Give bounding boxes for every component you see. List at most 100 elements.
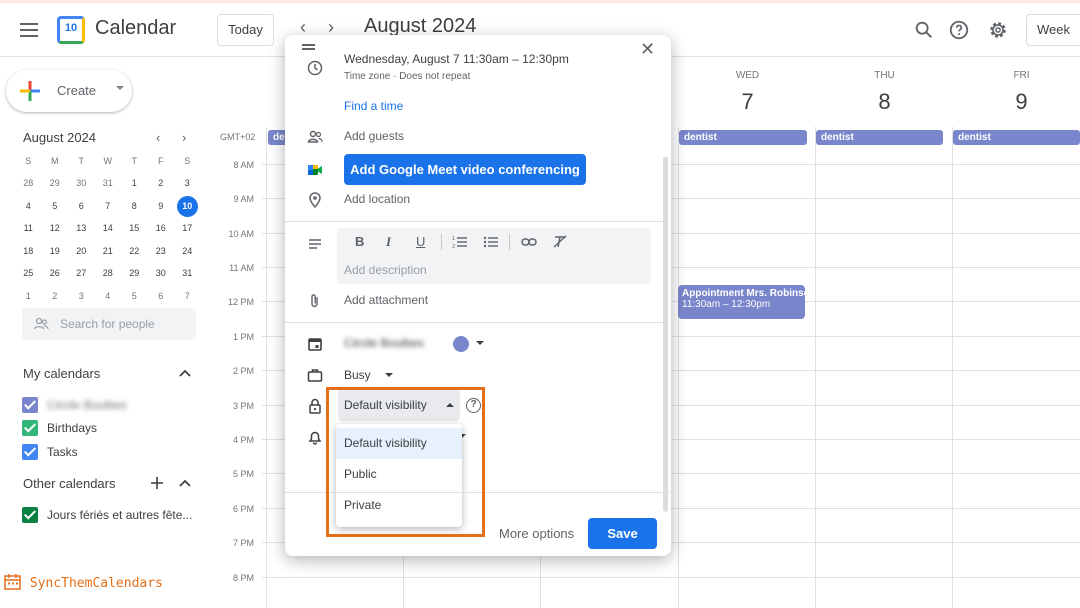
- day-header-fri[interactable]: FRI 9: [953, 70, 1080, 115]
- mini-day[interactable]: 4: [15, 195, 42, 218]
- mini-day[interactable]: 19: [42, 240, 69, 263]
- mini-day[interactable]: 6: [68, 195, 95, 218]
- menu-icon[interactable]: [20, 23, 38, 37]
- mini-day[interactable]: 16: [148, 217, 175, 240]
- mini-day[interactable]: 8: [121, 195, 148, 218]
- italic-icon[interactable]: I: [386, 234, 391, 250]
- allday-event-dentist[interactable]: dentist: [679, 130, 807, 145]
- checkbox-checked[interactable]: [22, 507, 38, 523]
- allday-event-dentist[interactable]: dentist: [953, 130, 1080, 145]
- mini-day[interactable]: 28: [15, 172, 42, 195]
- mini-day[interactable]: 25: [15, 262, 42, 285]
- mini-day[interactable]: 14: [95, 217, 122, 240]
- mini-day[interactable]: 5: [42, 195, 69, 218]
- mini-day[interactable]: 1: [121, 172, 148, 195]
- timezone-repeat-info[interactable]: Time zone · Does not repeat: [344, 71, 470, 82]
- mini-day[interactable]: 11: [15, 217, 42, 240]
- event-date-time[interactable]: Wednesday, August 7 11:30am – 12:30pm: [344, 52, 569, 66]
- calendar-item-birthdays[interactable]: Birthdays: [22, 419, 97, 437]
- add-guests-field[interactable]: Add guests: [344, 129, 404, 143]
- underline-icon[interactable]: U: [416, 234, 425, 249]
- day-number[interactable]: 8: [816, 89, 953, 115]
- search-people-input[interactable]: Search for people: [22, 308, 196, 340]
- description-editor[interactable]: B I U 1 2 Add description: [337, 228, 651, 284]
- drag-handle-icon[interactable]: [302, 44, 315, 50]
- mini-day[interactable]: 28: [95, 262, 122, 285]
- create-button[interactable]: Create: [6, 70, 132, 112]
- other-calendars-title[interactable]: Other calendars: [23, 476, 116, 491]
- busy-caret-icon[interactable]: [385, 373, 393, 377]
- mini-day[interactable]: 5: [121, 285, 148, 308]
- mini-day[interactable]: 12: [42, 217, 69, 240]
- day-header-wed[interactable]: WED 7: [679, 70, 816, 115]
- dialog-scrollbar[interactable]: [663, 157, 668, 512]
- mini-day-today[interactable]: 10: [174, 195, 201, 218]
- help-icon[interactable]: [948, 19, 970, 41]
- mini-day[interactable]: 2: [148, 172, 175, 195]
- allday-event-dentist[interactable]: dentist: [816, 130, 943, 145]
- today-button[interactable]: Today: [217, 14, 274, 46]
- add-attachment-button[interactable]: Add attachment: [344, 293, 428, 307]
- mini-day[interactable]: 26: [42, 262, 69, 285]
- event-appointment[interactable]: Appointment Mrs. Robinson 11:30am – 12:3…: [678, 285, 805, 319]
- mini-day[interactable]: 23: [148, 240, 175, 263]
- search-icon[interactable]: [913, 19, 935, 41]
- mini-day[interactable]: 9: [148, 195, 175, 218]
- color-caret-icon[interactable]: [476, 341, 484, 345]
- checkbox-checked[interactable]: [22, 420, 38, 436]
- link-icon[interactable]: [521, 234, 537, 250]
- find-a-time-link[interactable]: Find a time: [344, 99, 403, 113]
- mini-day[interactable]: 30: [68, 172, 95, 195]
- chevron-up-icon[interactable]: [178, 476, 192, 490]
- create-caret-icon[interactable]: [116, 86, 124, 90]
- calendar-item-holidays[interactable]: Jours fériés et autres fête...: [22, 506, 192, 524]
- bold-icon[interactable]: B: [355, 234, 364, 249]
- mini-day[interactable]: 17: [174, 217, 201, 240]
- calendar-owner-select[interactable]: Cécile Boulbes: [344, 336, 424, 350]
- chevron-up-icon[interactable]: [178, 366, 192, 380]
- mini-day[interactable]: 29: [42, 172, 69, 195]
- mini-day[interactable]: 18: [15, 240, 42, 263]
- mini-day[interactable]: 27: [68, 262, 95, 285]
- view-selector-week[interactable]: Week: [1026, 14, 1080, 46]
- mini-day[interactable]: 6: [148, 285, 175, 308]
- mini-day[interactable]: 7: [95, 195, 122, 218]
- day-number[interactable]: 9: [953, 89, 1080, 115]
- mini-prev-month-icon[interactable]: ‹: [156, 130, 160, 145]
- checkbox-checked[interactable]: [22, 444, 38, 460]
- mini-day[interactable]: 21: [95, 240, 122, 263]
- add-calendar-icon[interactable]: [150, 476, 164, 490]
- calendar-item-tasks[interactable]: Tasks: [22, 443, 78, 461]
- mini-day[interactable]: 31: [174, 262, 201, 285]
- add-location-field[interactable]: Add location: [344, 192, 410, 206]
- day-header-thu[interactable]: THU 8: [816, 70, 953, 115]
- mini-day[interactable]: 4: [95, 285, 122, 308]
- close-icon[interactable]: ✕: [640, 39, 655, 60]
- mini-day[interactable]: 1: [15, 285, 42, 308]
- numbered-list-icon[interactable]: 1 2: [452, 234, 468, 250]
- my-calendars-title[interactable]: My calendars: [23, 366, 100, 381]
- mini-day[interactable]: 31: [95, 172, 122, 195]
- save-button[interactable]: Save: [588, 518, 657, 549]
- mini-day[interactable]: 2: [42, 285, 69, 308]
- calendar-item[interactable]: Cécile Boulbes: [22, 396, 127, 414]
- event-color-swatch[interactable]: [453, 336, 469, 352]
- mini-next-month-icon[interactable]: ›: [182, 130, 186, 145]
- mini-day[interactable]: 3: [174, 172, 201, 195]
- mini-day[interactable]: 22: [121, 240, 148, 263]
- settings-icon[interactable]: [987, 19, 1009, 41]
- mini-day[interactable]: 15: [121, 217, 148, 240]
- add-google-meet-button[interactable]: Add Google Meet video conferencing: [344, 154, 586, 185]
- mini-day[interactable]: 30: [148, 262, 175, 285]
- mini-day[interactable]: 13: [68, 217, 95, 240]
- mini-day[interactable]: 29: [121, 262, 148, 285]
- mini-day[interactable]: 20: [68, 240, 95, 263]
- bulleted-list-icon[interactable]: [483, 234, 499, 250]
- clear-formatting-icon[interactable]: [552, 234, 568, 250]
- mini-day[interactable]: 3: [68, 285, 95, 308]
- checkbox-checked[interactable]: [22, 397, 38, 413]
- more-options-button[interactable]: More options: [499, 526, 574, 541]
- mini-day[interactable]: 24: [174, 240, 201, 263]
- day-number[interactable]: 7: [679, 89, 816, 115]
- availability-select[interactable]: Busy: [344, 368, 371, 382]
